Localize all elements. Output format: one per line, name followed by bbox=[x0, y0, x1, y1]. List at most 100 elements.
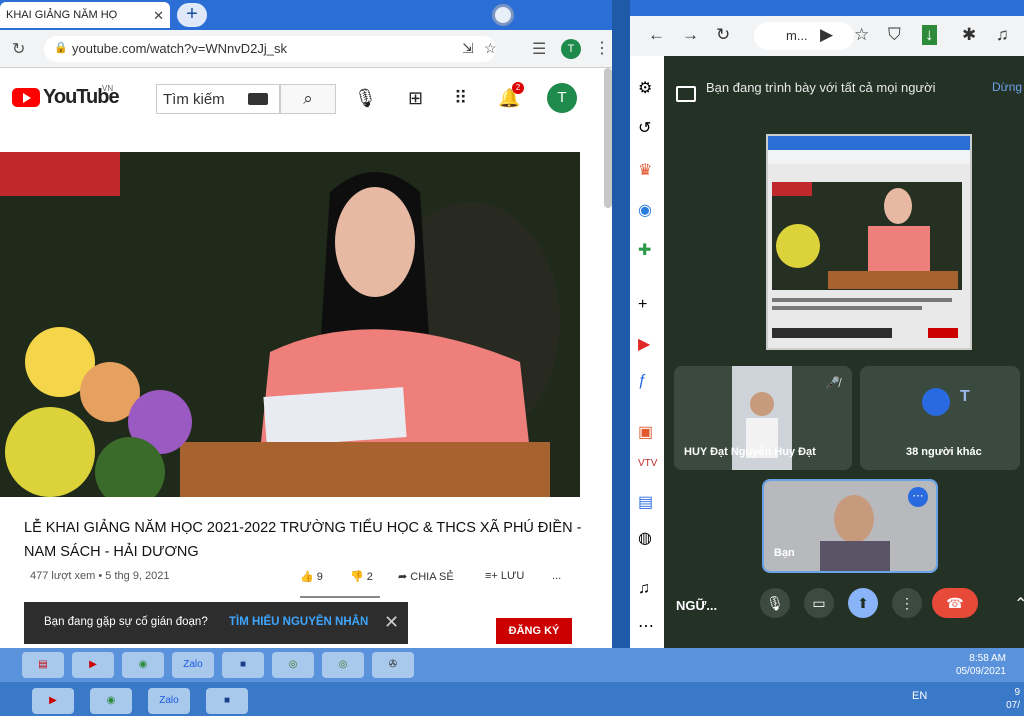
video-player[interactable] bbox=[0, 152, 580, 497]
apps-grid-icon[interactable]: ⠿ bbox=[454, 88, 467, 109]
messenger-icon[interactable]: ◉ bbox=[638, 200, 652, 220]
reload-icon[interactable]: ↻ bbox=[12, 39, 25, 59]
taskbar-zalo-button[interactable]: Zalo bbox=[172, 652, 214, 678]
microphone-button[interactable]: 🎙 bbox=[760, 588, 790, 618]
lock-icon[interactable]: 🔒 bbox=[54, 41, 68, 54]
notification-count: 2 bbox=[512, 82, 524, 94]
shop-icon[interactable]: ▣ bbox=[638, 422, 653, 442]
leave-call-button[interactable]: ☎ bbox=[932, 588, 978, 618]
save-button[interactable]: ≡+ LƯU bbox=[485, 570, 524, 582]
subscribe-button[interactable]: ĐĂNG KÝ bbox=[496, 618, 572, 644]
shared-screen-preview bbox=[766, 134, 972, 350]
muted-mic-icon: 🎤̸ bbox=[825, 376, 840, 390]
toast-close-icon[interactable]: ✕ bbox=[384, 612, 399, 633]
language-indicator[interactable]: EN bbox=[912, 690, 927, 702]
crown-icon[interactable]: ♛ bbox=[638, 160, 652, 180]
stop-presenting-button[interactable]: Dừng bbox=[992, 80, 1022, 94]
taskbar-coccoc-icon[interactable]: ◎ bbox=[272, 652, 314, 678]
upload-date: 5 thg 9, 2021 bbox=[105, 570, 170, 582]
keyboard-icon[interactable] bbox=[248, 93, 268, 105]
save-label: LƯU bbox=[500, 570, 525, 582]
local-clock[interactable]: 9 07/ bbox=[990, 686, 1020, 712]
new-tab-button[interactable]: + bbox=[177, 3, 207, 27]
back-icon[interactable]: ← bbox=[648, 25, 665, 45]
self-name: Bạn bbox=[774, 547, 795, 559]
game-icon[interactable]: ◍ bbox=[638, 528, 652, 548]
preview-frame bbox=[768, 136, 970, 338]
taskbar-local-media-icon[interactable]: ▶ bbox=[32, 688, 74, 714]
tab-youtube[interactable]: KHAI GIẢNG NĂM HỌ ✕ bbox=[0, 2, 170, 28]
forward-icon[interactable]: → bbox=[682, 25, 699, 45]
scrollbar[interactable] bbox=[604, 68, 612, 208]
taskbar-chrome-icon[interactable]: ◉ bbox=[122, 652, 164, 678]
microphone-icon[interactable]: 🎙 bbox=[354, 88, 377, 109]
participant-initial: T bbox=[960, 388, 970, 405]
extensions-icon[interactable]: ✱ bbox=[962, 25, 976, 45]
notification-bell-icon[interactable]: ♫ bbox=[638, 580, 650, 598]
meet-panel: Bạn đang trình bày với tất cả mọi người … bbox=[664, 56, 1024, 648]
share-button[interactable]: ➦ CHIA SẺ bbox=[398, 570, 454, 583]
clock-date: 05/09/2021 bbox=[955, 666, 1006, 677]
more-options-button[interactable]: ⋮ bbox=[892, 588, 922, 618]
left-browser-window: KHAI GIẢNG NĂM HỌ ✕ + ↻ 🔒 youtube.com/wa… bbox=[0, 0, 612, 648]
participant-tile-huy[interactable]: 🎤̸ HUY Đạt Nguyễn Huy Đạt bbox=[674, 366, 852, 470]
create-video-icon[interactable]: ⊞ bbox=[408, 88, 423, 109]
youtube-icon[interactable]: ▶ bbox=[638, 334, 650, 354]
account-avatar[interactable]: T bbox=[547, 83, 577, 113]
self-options-icon[interactable]: ⋯ bbox=[908, 487, 928, 507]
download-icon[interactable]: ↓ bbox=[922, 25, 937, 45]
system-clock[interactable]: 8:58 AM 05/09/2021 bbox=[944, 652, 1006, 678]
self-tile[interactable]: ⋯ Bạn bbox=[762, 479, 938, 573]
playlist-icon[interactable]: ☰ bbox=[532, 39, 546, 59]
taskbar-explorer-icon[interactable]: ▤ bbox=[22, 652, 64, 678]
local-clock-time: 9 bbox=[1014, 687, 1020, 698]
history-icon[interactable]: ↺ bbox=[638, 118, 651, 138]
chevron-up-icon[interactable]: ⌃ bbox=[1014, 594, 1024, 614]
taskbar-local-zalo-button[interactable]: Zalo bbox=[148, 688, 190, 714]
taskbar-reel-icon[interactable]: ✇ bbox=[372, 652, 414, 678]
video-meta: 477 lượt xem • 5 thg 9, 2021 bbox=[30, 570, 170, 582]
close-tab-icon[interactable]: ✕ bbox=[153, 8, 164, 24]
participant-name: HUY Đạt Nguyễn Huy Đạt bbox=[684, 446, 816, 458]
settings-icon[interactable]: ⚙ bbox=[638, 78, 652, 98]
present-button[interactable]: ⬆ bbox=[848, 588, 878, 618]
presenting-text: Bạn đang trình bày với tất cả mọi người bbox=[706, 80, 936, 95]
reload-icon[interactable]: ↻ bbox=[716, 25, 730, 45]
tiki-icon[interactable]: ▤ bbox=[638, 492, 653, 512]
install-icon[interactable]: ⇲ bbox=[462, 40, 474, 57]
taskbar-camera-icon[interactable]: ■ bbox=[222, 652, 264, 678]
toast-learn-link[interactable]: TÌM HIỂU NGUYÊN NHÂN bbox=[229, 616, 368, 628]
participant-tile-others[interactable]: T 38 người khác bbox=[860, 366, 1020, 470]
menu-icon[interactable]: ⋮ bbox=[594, 38, 610, 58]
profile-avatar[interactable]: T bbox=[561, 39, 581, 59]
right-address-bar: ← → ↻ m... ▶ ☆ ⛉ ↓ ✱ ♫ bbox=[630, 16, 1024, 56]
camera-button[interactable]: ▭ bbox=[804, 588, 834, 618]
dislike-button[interactable]: 👎 2 bbox=[350, 570, 373, 583]
youtube-logo-icon[interactable] bbox=[12, 88, 40, 107]
camera-icon[interactable]: ▶ bbox=[820, 25, 833, 45]
right-browser-window: ← → ↻ m... ▶ ☆ ⛉ ↓ ✱ ♫ ⚙ ↺ ♛ ◉ ✚ + ▶ ƒ ▣… bbox=[630, 0, 1024, 648]
media-indicator-icon[interactable] bbox=[492, 4, 514, 26]
star-icon[interactable]: ☆ bbox=[484, 40, 497, 57]
right-url-field[interactable]: m... bbox=[754, 22, 854, 50]
url-field[interactable]: 🔒 youtube.com/watch?v=WNnvD2Jj_sk ⇲ ☆ bbox=[44, 36, 497, 62]
presenting-icon bbox=[676, 86, 696, 102]
taskbar-coccoc2-icon[interactable]: ◎ bbox=[322, 652, 364, 678]
video-title: LỄ KHAI GIẢNG NĂM HỌC 2021-2022 TRƯỜNG T… bbox=[24, 520, 582, 560]
media-icon[interactable]: ♫ bbox=[996, 25, 1009, 45]
taskbar-local: ▶ ◉ Zalo ■ EN 9 07/ bbox=[0, 682, 1024, 716]
add-icon[interactable]: + bbox=[638, 296, 647, 314]
more-actions-button[interactable]: ... bbox=[552, 570, 561, 582]
taskbar-media-icon[interactable]: ▶ bbox=[72, 652, 114, 678]
more-icon[interactable]: ⋯ bbox=[638, 616, 654, 636]
taskbar-local-camera-icon[interactable]: ■ bbox=[206, 688, 248, 714]
like-ratio-bar bbox=[300, 596, 380, 598]
like-button[interactable]: 👍 9 bbox=[300, 570, 323, 583]
shield-icon[interactable]: ⛉ bbox=[888, 25, 901, 45]
gamepad-icon[interactable]: ✚ bbox=[638, 240, 651, 260]
search-button[interactable]: ⌕ bbox=[280, 84, 336, 114]
taskbar-local-chrome-icon[interactable]: ◉ bbox=[90, 688, 132, 714]
star-icon[interactable]: ☆ bbox=[854, 25, 869, 45]
vtv-icon[interactable]: VTV bbox=[638, 458, 657, 469]
facebook-icon[interactable]: ƒ bbox=[638, 372, 647, 390]
